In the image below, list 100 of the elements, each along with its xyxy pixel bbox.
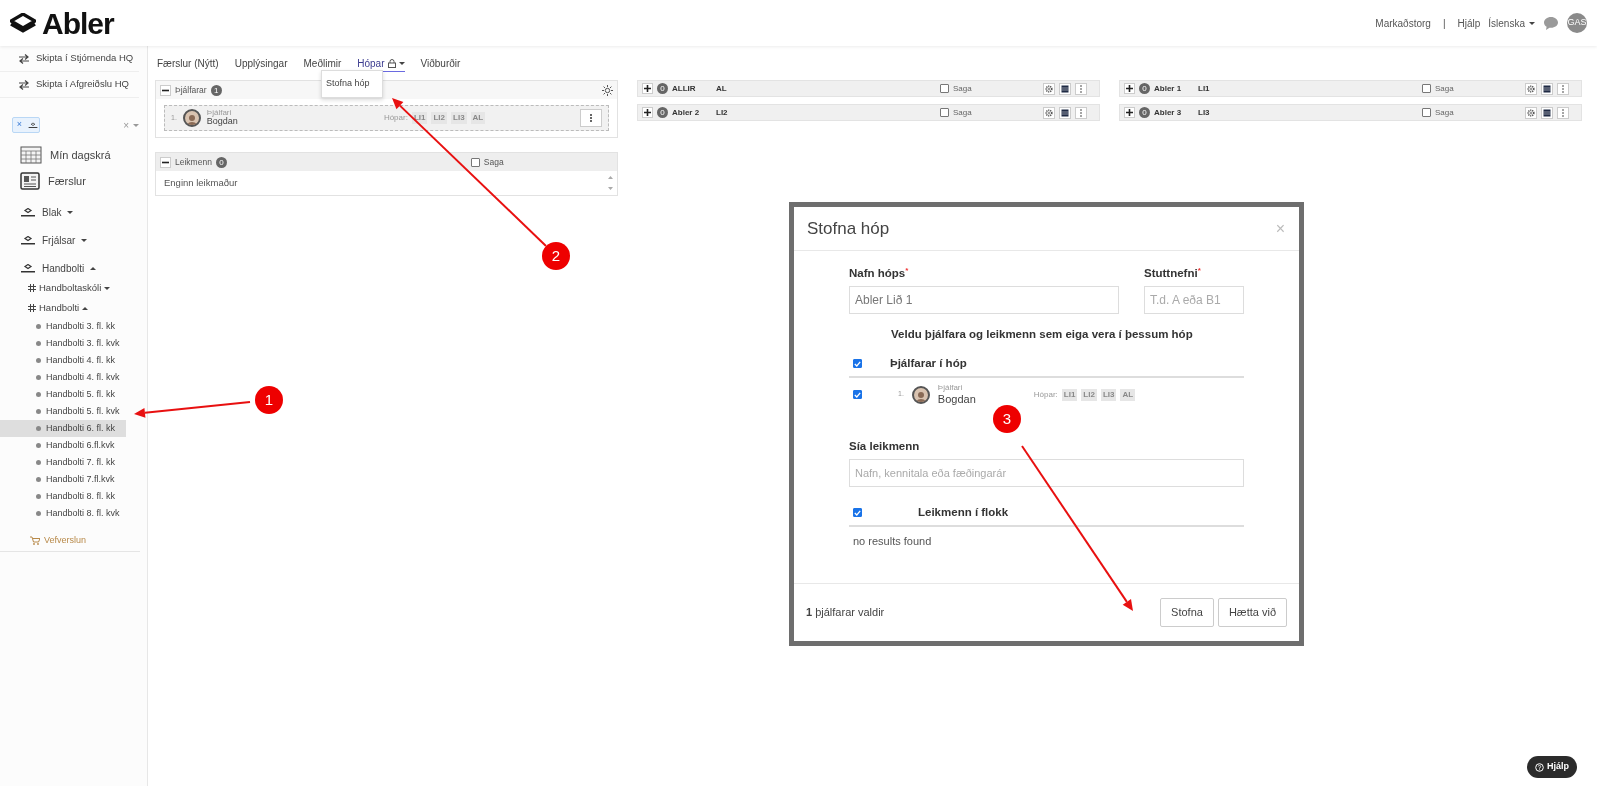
- settings-button[interactable]: [1043, 82, 1055, 95]
- count-badge: 0: [657, 83, 668, 94]
- section-header: Þjálfarar í hóp: [890, 355, 967, 371]
- nav-item[interactable]: Mín dagskrá: [0, 142, 147, 168]
- tab[interactable]: Meðlimir: [303, 56, 342, 72]
- team-item[interactable]: Handbolti 7.fl.kvk: [0, 471, 126, 488]
- team-item[interactable]: Handbolti 4. fl. kk: [0, 352, 126, 369]
- section-header: Leikmenn í flokk: [918, 505, 1009, 521]
- checkbox[interactable]: [940, 108, 949, 117]
- team-item[interactable]: Handbolti 8. fl. kk: [0, 488, 126, 505]
- hash-icon: [28, 304, 36, 312]
- help-button[interactable]: Hjálp: [1527, 756, 1577, 778]
- calendar-button[interactable]: [1059, 82, 1071, 95]
- hash-icon: [28, 284, 36, 292]
- gear-icon: [1527, 108, 1535, 117]
- dialog-button[interactable]: Stofna: [1160, 598, 1214, 627]
- sun-icon[interactable]: [602, 84, 613, 96]
- collapse-button[interactable]: [160, 84, 171, 96]
- calendar-icon: [1543, 84, 1551, 93]
- logo-icon: [10, 13, 36, 33]
- input-field[interactable]: T.d. A eða B1: [1144, 286, 1244, 315]
- group-short-name: LI1: [1198, 82, 1211, 95]
- group-tag: LI3: [1100, 388, 1117, 401]
- team-item[interactable]: Handbolti 5. fl. kk: [0, 386, 126, 403]
- panel-title: Leikmenn: [175, 155, 212, 169]
- count-badge: 0: [657, 107, 668, 118]
- settings-button[interactable]: [1043, 106, 1055, 119]
- sport-item[interactable]: Blak: [0, 202, 147, 222]
- team-icon: [20, 263, 36, 273]
- plus-icon: [1126, 109, 1133, 116]
- group-tag: LI3: [451, 112, 467, 124]
- team-item[interactable]: Handbolti 3. fl. kvk: [0, 335, 126, 352]
- checkbox-label: Saga: [1435, 106, 1454, 119]
- checkbox[interactable]: [1422, 108, 1431, 117]
- header-link[interactable]: Markaðstorg: [1375, 15, 1431, 31]
- sport-item[interactable]: Handbolti: [0, 258, 147, 278]
- switch-link[interactable]: Skipta í Stjórnenda HQ: [0, 46, 139, 72]
- group-name: Abler 2: [672, 106, 701, 119]
- checkbox[interactable]: [940, 84, 949, 93]
- team-item[interactable]: Handbolti 4. fl. kvk: [0, 369, 126, 386]
- help-icon: [1535, 762, 1544, 772]
- expand-button[interactable]: [1124, 107, 1135, 118]
- more-button[interactable]: [580, 109, 602, 127]
- team-item[interactable]: Handbolti 5. fl. kvk: [0, 403, 126, 420]
- role-text: Þjálfari: [206, 108, 232, 118]
- checkbox[interactable]: [470, 157, 480, 167]
- tab[interactable]: Upplýsingar: [234, 56, 288, 72]
- chip-team-icon: [27, 120, 38, 130]
- team-item[interactable]: Handbolti 6.fl.kvk: [0, 437, 126, 454]
- expand-button[interactable]: [642, 83, 653, 94]
- field-label: Nafn hóps*: [849, 265, 910, 281]
- collapse-button[interactable]: [160, 156, 171, 168]
- gear-icon: [1527, 84, 1535, 93]
- nav-item[interactable]: Færslur: [0, 168, 147, 194]
- sport-item[interactable]: Frjálsar: [0, 230, 147, 250]
- logo-text: Abler: [42, 5, 114, 42]
- calendar-button[interactable]: [1059, 106, 1071, 119]
- checkbox-label: Saga: [953, 82, 972, 95]
- group-item[interactable]: Handboltaskóli: [0, 278, 147, 298]
- search-field[interactable]: Nafn, kennitala eða fæðingarár: [849, 458, 1244, 487]
- count-badge: 0: [215, 156, 227, 168]
- settings-button[interactable]: [1525, 106, 1537, 119]
- checkbox[interactable]: [853, 508, 862, 518]
- member-name: Bogdan: [206, 117, 238, 128]
- input-field[interactable]: Abler Lið 1: [849, 286, 1119, 315]
- chat-icon[interactable]: [1543, 15, 1559, 31]
- team-item[interactable]: Handbolti 3. fl. kk: [0, 318, 126, 335]
- checkbox[interactable]: [853, 390, 862, 399]
- caret-icon: [133, 123, 139, 127]
- dialog-button[interactable]: Hætta við: [1217, 598, 1287, 627]
- filter-chip[interactable]: ×: [12, 117, 40, 133]
- dialog-title: Stofna hóp: [807, 217, 890, 240]
- group-item[interactable]: Handbolti: [0, 298, 147, 318]
- menu-item[interactable]: Stofna hóp: [326, 77, 370, 91]
- settings-button[interactable]: [1525, 82, 1537, 95]
- team-item[interactable]: Handbolti 8. fl. kvk: [0, 505, 126, 522]
- group-short-name: LI3: [1198, 106, 1211, 119]
- calendar-button[interactable]: [1541, 106, 1553, 119]
- group-tag: LI2: [1081, 388, 1097, 401]
- group-tag: AL: [470, 112, 486, 124]
- empty-text: Enginn leikmaður: [164, 175, 238, 190]
- tab[interactable]: Færslur (Nýtt): [157, 56, 219, 72]
- calendar-button[interactable]: [1541, 82, 1553, 95]
- gear-icon: [1045, 84, 1053, 93]
- expand-button[interactable]: [1124, 83, 1135, 94]
- header-link[interactable]: Hjálp: [1457, 15, 1481, 31]
- language-dropdown[interactable]: Íslenska: [1488, 15, 1535, 31]
- calendar-icon: [20, 146, 42, 164]
- calendar-icon: [1061, 108, 1069, 117]
- checkbox[interactable]: [1422, 84, 1431, 93]
- checkbox-label: Saga: [483, 155, 504, 169]
- switch-link[interactable]: Skipta í Afgreiðslu HQ: [0, 72, 139, 98]
- team-item[interactable]: Handbolti 6. fl. kk: [0, 420, 126, 437]
- expand-button[interactable]: [642, 107, 653, 118]
- checkbox[interactable]: [853, 359, 862, 368]
- tab[interactable]: Viðburðir: [420, 56, 461, 72]
- team-item[interactable]: Handbolti 7. fl. kk: [0, 454, 126, 471]
- instruction-text: Veldu þjálfara og leikmenn sem eiga vera í þessum hóp: [890, 327, 1194, 343]
- plus-icon: [644, 85, 651, 92]
- count-badge: 1: [210, 84, 222, 96]
